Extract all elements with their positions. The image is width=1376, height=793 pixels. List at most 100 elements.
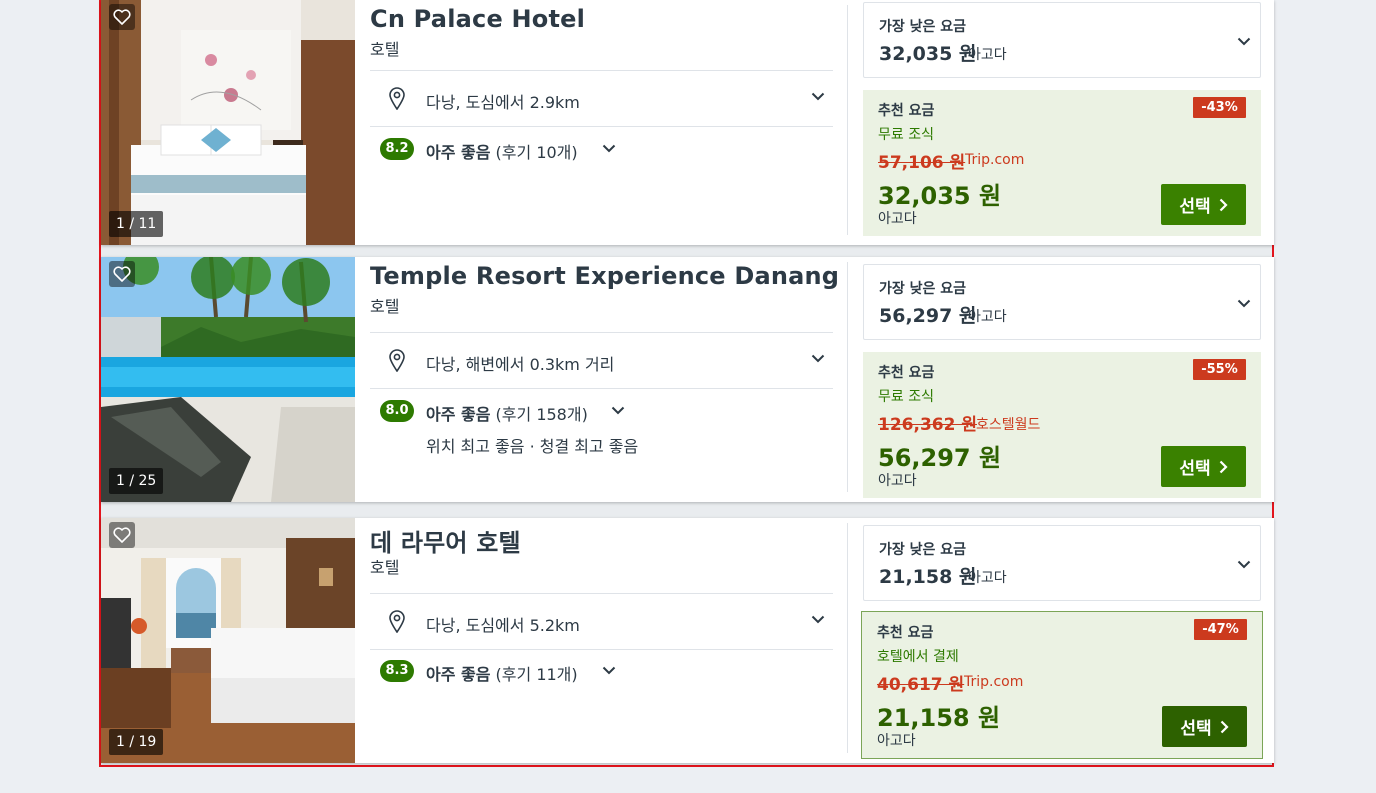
chevron-down-icon[interactable]: [811, 354, 825, 363]
hotel-card[interactable]: 1 / 19 데 라무어 호텔 호텔 다낭, 도심에서 5.2km 8.3 아주…: [101, 518, 1274, 763]
map-pin-icon: [389, 610, 405, 633]
heart-icon: [113, 527, 131, 543]
lowest-price: 21,158 원: [879, 566, 977, 588]
lowest-price-box[interactable]: 가장 낮은 요금 21,158 원 아고다: [863, 525, 1261, 601]
rating-word: 아주 좋음: [426, 143, 491, 162]
deal-price: 21,158 원: [877, 704, 1001, 732]
location-row[interactable]: 다낭, 해변에서 0.3km 거리: [388, 348, 833, 374]
hotel-photo[interactable]: 1 / 25: [101, 257, 355, 502]
hotel-name[interactable]: Temple Resort Experience Danang: [370, 262, 839, 290]
location-text: 다낭, 도심에서 5.2km: [426, 616, 580, 635]
lowest-price-label: 가장 낮은 요금: [879, 542, 967, 558]
rating-badge: 8.0: [380, 400, 414, 422]
hotel-card[interactable]: 1 / 25 Temple Resort Experience Danang 호…: [101, 257, 1274, 502]
chevron-down-icon[interactable]: [1237, 37, 1251, 46]
recommended-deal[interactable]: 추천 요금 -43% 무료 조식 57,106 원 Trip.com 32,03…: [863, 90, 1261, 236]
property-type: 호텔: [370, 558, 400, 577]
discount-badge: -43%: [1193, 97, 1246, 118]
lowest-price-provider: 아고다: [968, 47, 1007, 63]
select-label: 선택: [1179, 197, 1211, 217]
hotel-photo[interactable]: 1 / 11: [101, 0, 355, 245]
lowest-price-box[interactable]: 가장 낮은 요금 56,297 원 아고다: [863, 264, 1261, 340]
select-button[interactable]: 선택: [1162, 706, 1247, 747]
rating-badge: 8.3: [380, 660, 414, 682]
original-price: 126,362 원: [878, 415, 977, 435]
select-label: 선택: [1179, 459, 1211, 479]
deal-benefit: 무료 조식: [878, 389, 934, 405]
recommended-deal[interactable]: 추천 요금 -47% 호텔에서 결제 40,617 원 Trip.com 21,…: [861, 611, 1263, 759]
photo-counter: 1 / 25: [109, 468, 164, 494]
lowest-price-provider: 아고다: [968, 309, 1007, 325]
original-price: 57,106 원: [878, 153, 966, 173]
chevron-down-icon[interactable]: [811, 92, 825, 101]
select-label: 선택: [1180, 719, 1212, 739]
photo-counter: 1 / 11: [109, 211, 164, 237]
chevron-down-icon[interactable]: [1237, 299, 1251, 308]
chevron-right-icon: [1219, 460, 1228, 473]
lowest-price: 32,035 원: [879, 43, 977, 65]
divider: [847, 5, 848, 235]
favorite-button[interactable]: [109, 4, 135, 30]
deal-provider: 아고다: [878, 211, 917, 227]
discount-badge: -47%: [1194, 619, 1247, 640]
lowest-price-provider: 아고다: [968, 570, 1007, 586]
hotel-card[interactable]: 1 / 11 Cn Palace Hotel 호텔 다낭, 도심에서 2.9km…: [101, 0, 1274, 245]
rating-summary: 아주 좋음 (후기 10개): [426, 139, 578, 163]
original-price-provider: Trip.com: [964, 674, 1024, 690]
rating-summary: 아주 좋음 (후기 158개): [426, 401, 588, 425]
lowest-price-label: 가장 낮은 요금: [879, 19, 967, 35]
chevron-down-icon[interactable]: [811, 615, 825, 624]
divider: [370, 388, 833, 389]
lowest-price-label: 가장 낮은 요금: [879, 281, 967, 297]
review-count: (후기 158개): [495, 405, 588, 424]
chevron-down-icon[interactable]: [611, 406, 625, 415]
divider: [370, 649, 833, 650]
rating-word: 아주 좋음: [426, 665, 491, 684]
chevron-down-icon[interactable]: [1237, 560, 1251, 569]
deal-price: 56,297 원: [878, 444, 1002, 472]
select-button[interactable]: 선택: [1161, 184, 1246, 225]
chevron-right-icon: [1219, 198, 1228, 211]
divider: [370, 126, 833, 127]
deal-benefit: 호텔에서 결제: [877, 649, 959, 665]
deal-price: 32,035 원: [878, 182, 1002, 210]
discount-badge: -55%: [1193, 359, 1246, 380]
chevron-down-icon[interactable]: [602, 666, 616, 675]
review-count: (후기 11개): [495, 665, 578, 684]
lowest-price-box[interactable]: 가장 낮은 요금 32,035 원 아고다: [863, 2, 1261, 78]
chevron-down-icon[interactable]: [602, 144, 616, 153]
select-button[interactable]: 선택: [1161, 446, 1246, 487]
location-row[interactable]: 다낭, 도심에서 5.2km: [388, 609, 833, 635]
map-pin-icon: [389, 87, 405, 110]
original-price-provider: 호스텔월드: [976, 417, 1041, 433]
divider: [847, 523, 848, 753]
divider: [847, 262, 848, 492]
heart-icon: [113, 266, 131, 282]
recommended-deal[interactable]: 추천 요금 -55% 무료 조식 126,362 원 호스텔월드 56,297 …: [863, 352, 1261, 498]
location-text: 다낭, 도심에서 2.9km: [426, 93, 580, 112]
original-price-provider: Trip.com: [965, 152, 1025, 168]
favorite-button[interactable]: [109, 522, 135, 548]
chevron-right-icon: [1220, 720, 1229, 733]
recommended-label: 추천 요금: [878, 103, 935, 119]
hotel-name[interactable]: Cn Palace Hotel: [370, 5, 585, 33]
original-price: 40,617 원: [877, 675, 965, 695]
heart-icon: [113, 9, 131, 25]
deal-provider: 아고다: [877, 733, 916, 749]
divider: [370, 593, 833, 594]
deal-benefit: 무료 조식: [878, 127, 934, 143]
rating-summary: 아주 좋음 (후기 11개): [426, 661, 578, 685]
recommended-label: 추천 요금: [878, 365, 935, 381]
hotel-name[interactable]: 데 라무어 호텔: [370, 523, 521, 558]
rating-word: 아주 좋음: [426, 405, 491, 424]
rating-badge: 8.2: [380, 138, 414, 160]
property-type: 호텔: [370, 40, 400, 59]
divider: [370, 332, 833, 333]
divider: [370, 70, 833, 71]
location-row[interactable]: 다낭, 도심에서 2.9km: [388, 86, 833, 112]
review-highlights: 위치 최고 좋음 · 청결 최고 좋음: [426, 437, 639, 456]
hotel-photo[interactable]: 1 / 19: [101, 518, 355, 763]
photo-counter: 1 / 19: [109, 729, 164, 755]
favorite-button[interactable]: [109, 261, 135, 287]
map-pin-icon: [389, 349, 405, 372]
